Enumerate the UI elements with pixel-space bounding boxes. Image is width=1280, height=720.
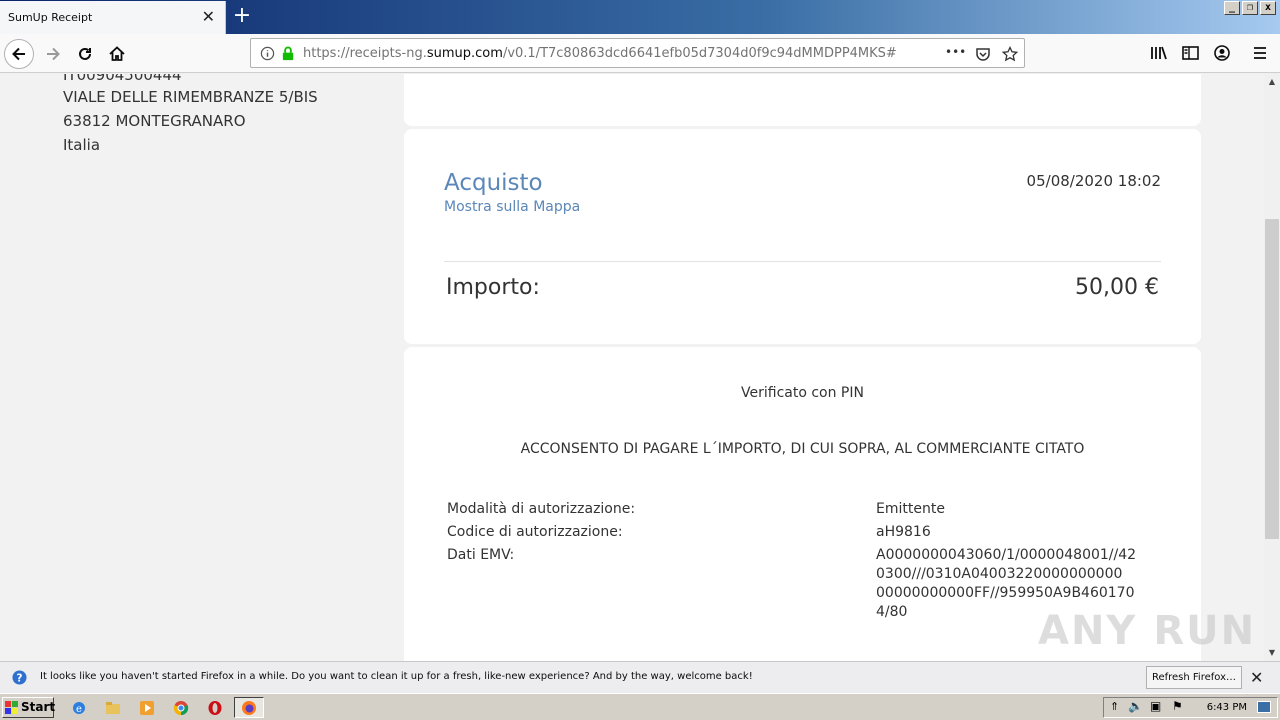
library-icon[interactable] <box>1150 45 1168 61</box>
start-button[interactable]: Start <box>2 697 56 718</box>
scroll-up-arrow-icon[interactable]: ▲ <box>1264 74 1280 90</box>
reload-button[interactable] <box>70 39 100 69</box>
volume-icon[interactable]: 🔈 <box>1128 699 1143 713</box>
tab-title: SumUp Receipt <box>8 11 93 24</box>
merchant-country: Italia <box>63 136 101 154</box>
start-label: Start <box>21 700 56 714</box>
page-actions-menu-icon[interactable]: ••• <box>945 45 966 59</box>
divider <box>444 261 1161 262</box>
merchant-street: VIALE DELLE RIMEMBRANZE 5/BIS <box>63 88 318 106</box>
vertical-scrollbar[interactable]: ▲ ▼ <box>1264 74 1280 661</box>
network-icon[interactable]: ▣ <box>1150 699 1161 713</box>
show-desktop-icon[interactable] <box>1257 701 1271 713</box>
transaction-card: Acquisto Mostra sulla Mappa 05/08/2020 1… <box>404 129 1201 344</box>
merchant-card <box>404 74 1201 126</box>
firefox-taskbar-button[interactable] <box>234 697 264 718</box>
emv-data-line: 0300///0310A04003220000000000 <box>876 566 1123 582</box>
windows-taskbar: Start e ⇑ 🔈 ▣ ⚑ 6:43 PM <box>0 693 1280 720</box>
emv-data-line: 00000000000FF//959950A9B460170 <box>876 585 1135 601</box>
internet-explorer-icon[interactable]: e <box>66 697 92 718</box>
forward-arrow-icon <box>47 47 60 61</box>
account-icon[interactable] <box>1214 45 1230 61</box>
refresh-firefox-button[interactable]: Refresh Firefox… <box>1146 666 1242 689</box>
transaction-datetime: 05/08/2020 18:02 <box>1026 172 1161 190</box>
bookmark-star-icon[interactable] <box>1002 46 1018 62</box>
transaction-type: Acquisto <box>444 170 543 196</box>
auth-mode-value: Emittente <box>876 501 945 517</box>
back-button[interactable] <box>4 39 34 69</box>
pocket-icon[interactable] <box>975 46 991 62</box>
svg-text:?: ? <box>17 672 23 684</box>
page-content: IT00904500444 VIALE DELLE RIMEMBRANZE 5/… <box>0 74 1264 661</box>
auth-code-value: aH9816 <box>876 524 931 540</box>
consent-text: ACCONSENTO DI PAGARE L´IMPORTO, DI CUI S… <box>520 441 1085 457</box>
action-center-flag-icon[interactable]: ⚑ <box>1172 699 1183 713</box>
lock-icon[interactable] <box>281 46 295 61</box>
new-tab-button[interactable]: + <box>230 3 254 29</box>
amount-label: Importo: <box>446 275 540 300</box>
hamburger-menu-icon[interactable] <box>1253 46 1267 60</box>
merchant-city: 63812 MONTEGRANARO <box>63 112 246 130</box>
tab-close-icon[interactable]: ✕ <box>202 8 215 26</box>
back-arrow-icon <box>12 47 25 61</box>
verification-method: Verificato con PIN <box>741 385 864 401</box>
media-player-icon[interactable] <box>134 697 160 718</box>
show-on-map-link[interactable]: Mostra sulla Mappa <box>444 199 580 215</box>
reload-icon <box>79 47 91 60</box>
browser-tab[interactable]: SumUp Receipt ✕ <box>0 1 226 34</box>
notification-bar: ? It looks like you haven't started Fire… <box>0 661 1280 693</box>
restore-button[interactable]: ❐ <box>1242 1 1258 15</box>
url-text[interactable]: https://receipts-ng.sumup.com/v0.1/T7c80… <box>303 46 897 61</box>
watermark-logo: ANY RUN <box>1038 608 1257 654</box>
close-window-button[interactable]: x <box>1260 1 1276 15</box>
navigation-toolbar: https://receipts-ng.sumup.com/v0.1/T7c80… <box>0 34 1280 73</box>
auth-mode-label: Modalità di autorizzazione: <box>447 501 636 517</box>
emv-data-label: Dati EMV: <box>447 547 515 563</box>
scrollbar-thumb[interactable] <box>1265 219 1279 539</box>
forward-button[interactable] <box>38 39 68 69</box>
emv-data-line: 4/80 <box>876 604 908 620</box>
notification-text: It looks like you haven't started Firefo… <box>40 671 753 682</box>
question-icon: ? <box>12 670 27 685</box>
title-bar: SumUp Receipt ✕ + _ ❐ x <box>0 0 1280 34</box>
home-icon <box>109 46 125 61</box>
emv-data-line: A0000000043060/1/0000048001//42 <box>876 547 1137 563</box>
window-controls: _ ❐ x <box>1224 1 1276 15</box>
minimize-button[interactable]: _ <box>1224 1 1240 15</box>
file-explorer-icon[interactable] <box>100 697 126 718</box>
svg-text:e: e <box>76 704 82 715</box>
notification-close-icon[interactable]: ✕ <box>1250 668 1263 687</box>
opera-icon[interactable] <box>202 697 228 718</box>
url-path: /v0.1/T7c80863dcd6641efb05d7304d0f9c94dM… <box>502 46 897 61</box>
tray-expand-icon[interactable]: ⇑ <box>1110 700 1119 713</box>
sidebar-icon[interactable] <box>1182 45 1199 61</box>
url-bar[interactable]: https://receipts-ng.sumup.com/v0.1/T7c80… <box>250 38 1025 68</box>
url-domain: sumup.com <box>426 46 503 61</box>
url-prefix: https://receipts-ng. <box>303 46 427 61</box>
firefox-icon <box>242 700 256 715</box>
scroll-down-arrow-icon[interactable]: ▼ <box>1264 645 1280 661</box>
chrome-icon[interactable] <box>168 697 194 718</box>
merchant-vat: IT00904500444 <box>63 74 182 84</box>
system-tray: ⇑ 🔈 ▣ ⚑ 6:43 PM <box>1103 697 1278 718</box>
info-icon[interactable] <box>260 46 275 61</box>
auth-code-label: Codice di autorizzazione: <box>447 524 623 540</box>
amount-value: 50,00 € <box>1075 275 1159 300</box>
home-button[interactable] <box>102 39 132 69</box>
windows-logo-icon <box>5 701 18 714</box>
clock: 6:43 PM <box>1206 702 1247 713</box>
